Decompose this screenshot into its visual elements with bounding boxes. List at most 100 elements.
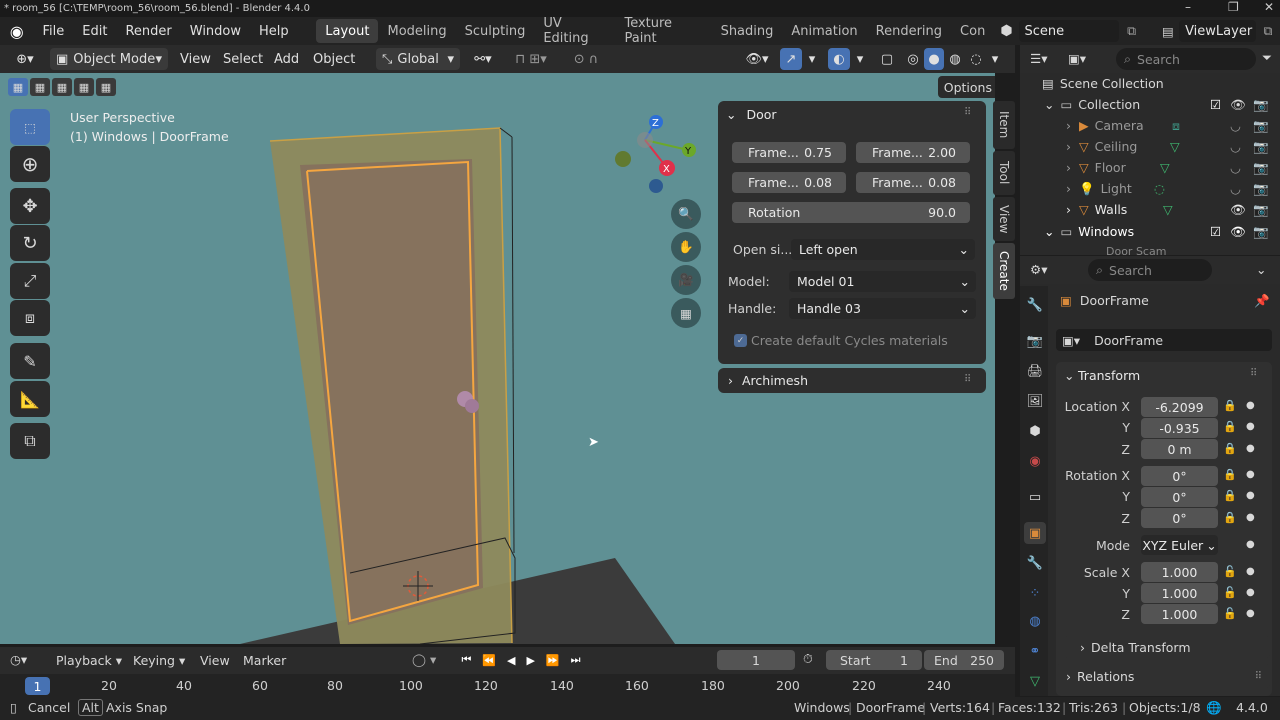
- keyframe-dot-icon[interactable]: ●: [1246, 539, 1255, 550]
- physics-tab-icon[interactable]: ◍: [1024, 610, 1046, 632]
- checkbox-icon[interactable]: ☑: [1210, 97, 1221, 112]
- pin-icon[interactable]: 📌: [1254, 293, 1270, 309]
- network-icon[interactable]: 🌐: [1206, 700, 1222, 716]
- select-invert-icon[interactable]: ▦: [74, 78, 94, 96]
- tab-texture-paint[interactable]: Texture Paint: [615, 16, 711, 46]
- object-tab-icon[interactable]: ▣: [1024, 522, 1046, 544]
- camera-view-button[interactable]: 🎥: [671, 265, 701, 295]
- rotation-x-field[interactable]: 0°: [1141, 466, 1218, 486]
- select-extend-icon[interactable]: ▦: [30, 78, 50, 96]
- open-side-dropdown[interactable]: Left open ⌄: [791, 239, 975, 260]
- transform-header[interactable]: Transform: [1078, 368, 1140, 383]
- ortho-toggle-button[interactable]: ▦: [671, 298, 701, 328]
- copy-view-layer-icon[interactable]: ⧉: [1256, 23, 1280, 39]
- rotation-field[interactable]: Rotation 90.0: [732, 202, 970, 223]
- view-layer-icon[interactable]: ▤: [1157, 24, 1179, 39]
- menu-help[interactable]: Help: [250, 24, 298, 39]
- keyframe-dot-icon[interactable]: ●: [1246, 421, 1255, 432]
- gizmo-toggle-icon[interactable]: ↗: [780, 48, 802, 70]
- menu-marker[interactable]: Marker: [243, 653, 286, 668]
- keyframe-dot-icon[interactable]: ●: [1246, 490, 1255, 501]
- auto-key-icon[interactable]: ◯ ▾: [412, 652, 436, 667]
- blender-logo-icon[interactable]: ◉: [0, 22, 34, 41]
- tool-transform[interactable]: ⧈: [10, 300, 50, 336]
- start-frame-field[interactable]: Start 1: [826, 650, 922, 670]
- play-icon[interactable]: ▶: [526, 654, 534, 667]
- view-layer-tab-icon[interactable]: 🖼: [1024, 390, 1046, 412]
- maximize-icon[interactable]: ❐: [1228, 0, 1239, 14]
- outliner-item-light[interactable]: › 💡 Light ◌ ◡ 📷: [1020, 178, 1280, 199]
- frame-height-field[interactable]: Frame... 2.00: [856, 142, 970, 163]
- zoom-button[interactable]: 🔍: [671, 199, 701, 229]
- pan-button[interactable]: ✋: [671, 232, 701, 262]
- door-header[interactable]: ⌄ Door: [726, 107, 777, 122]
- lock-icon[interactable]: 🔒: [1223, 468, 1237, 481]
- jump-keyframe-back-icon[interactable]: ⏪: [482, 654, 496, 667]
- location-z-field[interactable]: 0 m: [1141, 439, 1218, 459]
- particles-tab-icon[interactable]: ⁘: [1024, 582, 1046, 604]
- solid-shading-icon[interactable]: ●: [924, 48, 944, 70]
- chevron-down-icon[interactable]: ▾: [988, 48, 1002, 70]
- camera-icon[interactable]: 📷: [1253, 118, 1269, 134]
- render-tab-icon[interactable]: 📷: [1024, 330, 1046, 352]
- location-x-field[interactable]: -6.2099: [1141, 397, 1218, 417]
- relations-panel[interactable]: › Relations ⠿: [1056, 664, 1270, 688]
- eye-icon[interactable]: 👁: [1230, 97, 1246, 113]
- rotation-mode-dropdown[interactable]: XYZ Euler ⌄: [1141, 535, 1218, 555]
- xray-icon[interactable]: ▢: [876, 48, 898, 70]
- options-button[interactable]: Options▾: [938, 76, 995, 98]
- frame-thickness-field[interactable]: Frame... 0.08: [732, 172, 846, 193]
- wireframe-shading-icon[interactable]: ◎: [903, 48, 923, 70]
- drag-handle-icon[interactable]: ⠿: [964, 374, 971, 385]
- eye-closed-icon[interactable]: ◡: [1230, 118, 1241, 133]
- lock-icon[interactable]: 🔒: [1223, 511, 1237, 524]
- tab-tool[interactable]: Tool: [993, 151, 1015, 195]
- mode-dropdown[interactable]: ▣ Object Mode ▾: [50, 48, 168, 70]
- select-intersect-icon[interactable]: ▦: [96, 78, 116, 96]
- tool-annotate[interactable]: ✎: [10, 343, 50, 379]
- jump-keyframe-forward-icon[interactable]: ⏩: [546, 654, 560, 667]
- tab-modeling[interactable]: Modeling: [378, 19, 455, 43]
- end-frame-field[interactable]: End 250: [924, 650, 1004, 670]
- keyframe-dot-icon[interactable]: ●: [1246, 443, 1255, 454]
- windows-collection-row[interactable]: ⌄ ▭ Windows ☑ 👁 📷: [1020, 221, 1280, 242]
- frame-size-field[interactable]: Frame... 0.08: [856, 172, 970, 193]
- lock-icon[interactable]: 🔒: [1223, 399, 1237, 412]
- menu-render[interactable]: Render: [116, 24, 180, 39]
- menu-timeline-view[interactable]: View: [200, 653, 230, 668]
- unlock-icon[interactable]: 🔓: [1223, 565, 1237, 578]
- filter-icon[interactable]: ⏷: [1262, 50, 1272, 66]
- chevron-down-icon[interactable]: ⌄: [1064, 368, 1074, 383]
- keyframe-dot-icon[interactable]: ●: [1246, 469, 1255, 480]
- scale-z-field[interactable]: 1.000: [1141, 604, 1218, 624]
- close-icon[interactable]: ✕: [1264, 0, 1274, 14]
- frame-width-field[interactable]: Frame... 0.75: [732, 142, 846, 163]
- tab-sculpting[interactable]: Sculpting: [456, 19, 535, 43]
- select-subtract-icon[interactable]: ▦: [52, 78, 72, 96]
- keyframe-dot-icon[interactable]: ●: [1246, 566, 1255, 577]
- keyframe-dot-icon[interactable]: ●: [1246, 512, 1255, 523]
- timeline-editor-icon[interactable]: ◷▾: [10, 652, 27, 667]
- unlock-icon[interactable]: 🔓: [1223, 607, 1237, 620]
- keyframe-dot-icon[interactable]: ●: [1246, 587, 1255, 598]
- scene-icon[interactable]: ⬢: [994, 23, 1018, 39]
- tool-rotate[interactable]: ↻: [10, 225, 50, 261]
- tool-select-box[interactable]: ⬚: [10, 109, 50, 145]
- camera-icon[interactable]: 📷: [1253, 160, 1269, 176]
- material-shading-icon[interactable]: ◍: [945, 48, 965, 70]
- model-dropdown[interactable]: Model 01 ⌄: [789, 271, 976, 292]
- checkbox-icon[interactable]: ☑: [1210, 224, 1221, 239]
- camera-icon[interactable]: 📷: [1253, 224, 1269, 240]
- chevron-down-icon[interactable]: ▾: [853, 48, 867, 70]
- object-name-field[interactable]: ▣▾ DoorFrame: [1056, 329, 1272, 351]
- eye-closed-icon[interactable]: ◡: [1230, 139, 1241, 154]
- select-new-icon[interactable]: ▦: [8, 78, 28, 96]
- collection-tab-icon[interactable]: ▭: [1024, 486, 1046, 508]
- unlock-icon[interactable]: 🔓: [1223, 586, 1237, 599]
- orientation-dropdown[interactable]: ⤡ Global ▾: [376, 48, 460, 70]
- delta-transform-panel[interactable]: › Delta Transform: [1064, 636, 1270, 658]
- minimize-icon[interactable]: –: [1185, 0, 1191, 14]
- copy-scene-icon[interactable]: ⧉: [1119, 23, 1143, 39]
- outliner-item-partial[interactable]: Door Scam: [1020, 242, 1280, 255]
- stopwatch-icon[interactable]: ⏱: [803, 651, 813, 667]
